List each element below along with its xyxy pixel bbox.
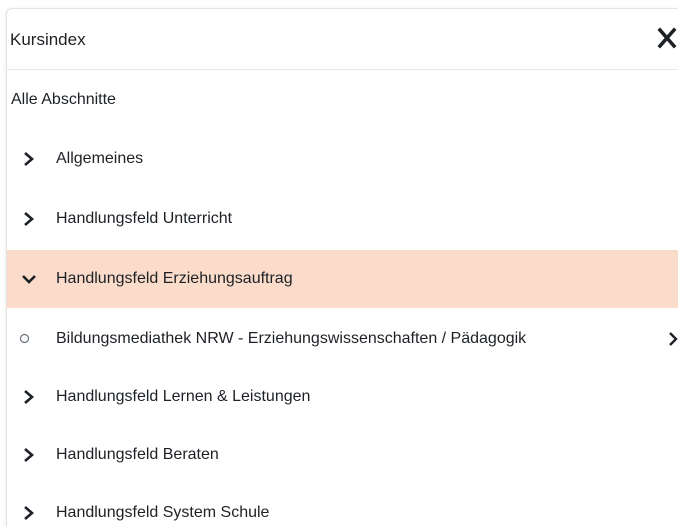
chevron-right-icon	[21, 446, 37, 464]
close-button[interactable]	[657, 25, 678, 51]
chevron-right-icon	[21, 210, 37, 228]
activity-label: Bildungsmediathek NRW - Erziehungswissen…	[56, 330, 527, 347]
chevron-down-icon	[21, 270, 37, 288]
section-label: Handlungsfeld System Schule	[56, 504, 270, 521]
activity-bildungsmediathek[interactable]: Bildungsmediathek NRW - Erziehungswissen…	[7, 310, 678, 368]
section-erziehungsauftrag[interactable]: Handlungsfeld Erziehungsauftrag	[7, 250, 678, 308]
chevron-right-icon	[667, 331, 678, 347]
chevron-right-icon	[21, 504, 37, 522]
section-label: Handlungsfeld Erziehungsauftrag	[56, 270, 293, 287]
drawer-header: Kursindex	[7, 9, 678, 70]
section-label: Handlungsfeld Lernen & Leistungen	[56, 388, 311, 405]
course-index-drawer: Kursindex Alle Abschnitte Allgemeines Ha…	[6, 8, 678, 527]
section-label: Handlungsfeld Unterricht	[56, 210, 233, 227]
section-beraten[interactable]: Handlungsfeld Beraten	[7, 426, 678, 484]
chevron-right-icon	[21, 150, 37, 168]
drawer-title: Kursindex	[10, 30, 86, 49]
all-sections-link[interactable]: Alle Abschnitte	[11, 90, 116, 110]
section-label: Handlungsfeld Beraten	[56, 446, 219, 463]
section-system-schule[interactable]: Handlungsfeld System Schule	[7, 484, 678, 527]
section-allgemeines[interactable]: Allgemeines	[7, 130, 678, 188]
activity-status-circle-icon	[19, 333, 30, 344]
section-label: Allgemeines	[56, 150, 144, 167]
section-unterricht[interactable]: Handlungsfeld Unterricht	[7, 190, 678, 248]
chevron-right-icon	[21, 388, 37, 406]
close-icon	[657, 27, 677, 49]
section-lernen-leistungen[interactable]: Handlungsfeld Lernen & Leistungen	[7, 368, 678, 426]
